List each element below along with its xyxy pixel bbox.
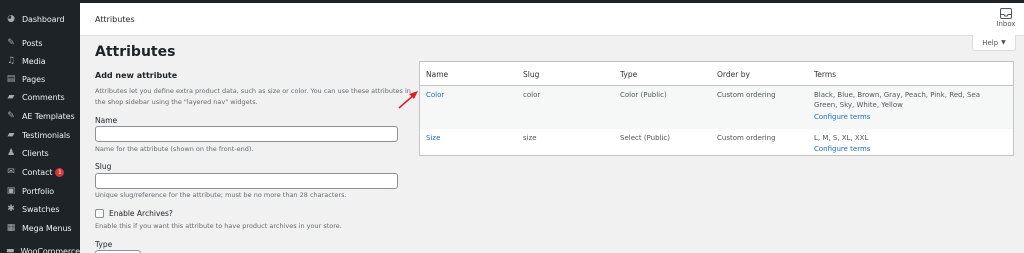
menu-icon: ▦ bbox=[6, 222, 16, 233]
comment-icon: ▰ bbox=[7, 91, 15, 102]
header-title: Attributes bbox=[95, 15, 135, 24]
attribute-terms: Black, Blue, Brown, Gray, Peach, Pink, R… bbox=[814, 91, 980, 109]
media-icon: ♫ bbox=[6, 55, 16, 66]
pushpin-icon: ✎ bbox=[7, 37, 15, 48]
form-intro: Attributes let you define extra product … bbox=[95, 87, 411, 106]
attribute-type: Color (Public) bbox=[620, 91, 667, 99]
column-header-order: Order by bbox=[717, 70, 750, 79]
attribute-terms: L, M, S, XL, XXL bbox=[814, 134, 869, 142]
sidebar-item-label: Mega Menus bbox=[22, 223, 72, 233]
attribute-name-link[interactable]: Color bbox=[426, 90, 444, 100]
sidebar-item-label: Media bbox=[22, 56, 46, 66]
notification-badge: 1 bbox=[55, 167, 65, 177]
column-header-name: Name bbox=[426, 70, 449, 79]
annotation-arrow-icon bbox=[398, 91, 418, 109]
sidebar-item-label: Contact bbox=[22, 167, 53, 177]
inbox-button[interactable]: Inbox bbox=[992, 8, 1020, 28]
name-field[interactable] bbox=[95, 126, 398, 142]
slug-description: Unique slug/reference for the attribute;… bbox=[95, 191, 347, 199]
form-heading: Add new attribute bbox=[95, 71, 178, 80]
attributes-table: Name Slug Type Order by Terms Color colo… bbox=[419, 61, 1014, 156]
sidebar-item-label: Posts bbox=[22, 38, 43, 48]
enable-archives-checkbox[interactable] bbox=[95, 209, 104, 218]
help-tab[interactable]: Help ▼ bbox=[972, 35, 1016, 51]
sidebar-item-mega-menus[interactable]: ▦ Mega Menus bbox=[0, 217, 80, 239]
sidebar-item-label: Clients bbox=[22, 148, 49, 158]
table-row: Size size Select (Public) Custom orderin… bbox=[420, 129, 1013, 155]
pushpin-icon: ✎ bbox=[7, 110, 15, 121]
column-header-type: Type bbox=[620, 70, 638, 79]
caret-down-icon: ▼ bbox=[1001, 39, 1006, 46]
dashboard-icon: ◕ bbox=[7, 13, 15, 24]
inbox-icon bbox=[1000, 8, 1012, 19]
type-label: Type bbox=[95, 240, 113, 249]
pages-icon: ▤ bbox=[6, 73, 16, 84]
sidebar-item-label: Pages bbox=[22, 74, 46, 84]
attribute-order: Custom ordering bbox=[717, 91, 776, 99]
mail-icon: ✉ bbox=[7, 166, 15, 177]
sidebar-item-dashboard[interactable]: ◕ Dashboard bbox=[0, 8, 80, 30]
column-header-terms: Terms bbox=[814, 70, 837, 79]
attribute-slug: size bbox=[523, 134, 537, 142]
table-header: Name Slug Type Order by Terms bbox=[420, 62, 1013, 86]
help-label: Help bbox=[982, 38, 999, 47]
sidebar-item-woocommerce[interactable]: ▬ WooCommerce bbox=[0, 240, 80, 253]
sidebar-item-label: Comments bbox=[22, 92, 65, 102]
archives-description: Enable this if you want this attribute t… bbox=[95, 222, 342, 230]
sidebar-item-label: Swatches bbox=[22, 204, 60, 214]
table-row: Color color Color (Public) Custom orderi… bbox=[420, 86, 1013, 129]
attribute-order: Custom ordering bbox=[717, 134, 776, 142]
attribute-type: Select (Public) bbox=[620, 134, 670, 142]
name-label: Name bbox=[95, 116, 118, 125]
portfolio-icon: ▣ bbox=[6, 185, 16, 196]
enable-archives-label: Enable Archives? bbox=[109, 209, 173, 218]
page-title: Attributes bbox=[95, 44, 176, 60]
slug-field[interactable] bbox=[95, 173, 398, 189]
page-header: Attributes Inbox bbox=[80, 3, 1024, 36]
configure-terms-link[interactable]: Configure terms bbox=[814, 112, 870, 122]
sidebar-item-label: AE Templates bbox=[22, 111, 75, 121]
attribute-slug: color bbox=[523, 91, 541, 99]
woocommerce-icon: ▬ bbox=[5, 245, 15, 253]
users-icon: ♟ bbox=[6, 147, 16, 158]
name-description: Name for the attribute (shown on the fro… bbox=[95, 145, 254, 153]
inbox-label: Inbox bbox=[996, 20, 1016, 28]
gear-icon: ✱ bbox=[7, 203, 15, 214]
configure-terms-link[interactable]: Configure terms bbox=[814, 144, 870, 154]
attribute-name-link[interactable]: Size bbox=[426, 133, 440, 143]
admin-sidebar: ◕ Dashboard ✎ Posts ♫ Media ▤ Pages ▰ Comments ✎ AE… bbox=[0, 0, 80, 253]
sidebar-item-label: WooCommerce bbox=[20, 246, 80, 253]
slug-label: Slug bbox=[95, 162, 112, 171]
column-header-slug: Slug bbox=[523, 70, 540, 79]
sidebar-item-label: Dashboard bbox=[22, 14, 65, 24]
sidebar-item-label: Portfolio bbox=[22, 186, 55, 196]
sidebar-item-label: Testimonials bbox=[22, 130, 71, 140]
testimonial-icon: ▰ bbox=[7, 129, 15, 140]
